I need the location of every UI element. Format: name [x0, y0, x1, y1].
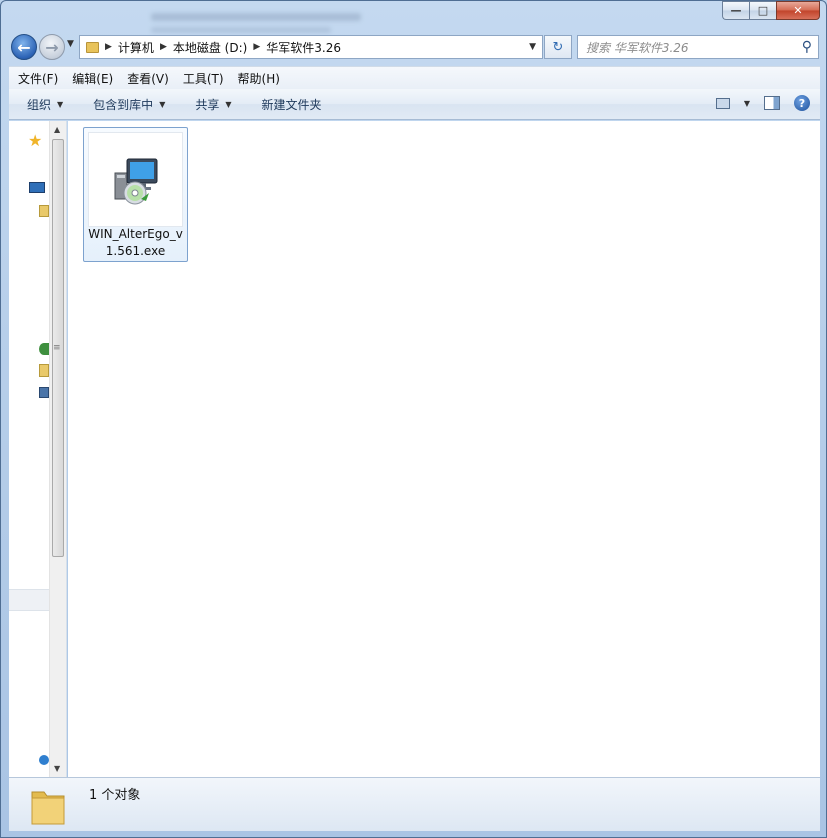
view-options-dropdown-icon[interactable]: ▼ [744, 99, 750, 108]
breadcrumb-current-folder[interactable]: 华军软件3.26 [266, 39, 341, 56]
chevron-down-icon: ▼ [57, 99, 64, 109]
navigation-pane: ★ ▲ ≡ ▼ [9, 121, 67, 777]
menu-help[interactable]: 帮助(H) [229, 70, 285, 87]
scroll-up-icon[interactable]: ▲ [54, 125, 60, 134]
file-name: WIN_AlterEgo_v1.561.exe [88, 227, 183, 258]
installer-icon [114, 158, 158, 205]
chevron-right-icon[interactable]: ▶ [253, 42, 260, 52]
organize-button[interactable]: 组织 ▼ [9, 96, 75, 113]
new-folder-label: 新建文件夹 [261, 97, 322, 112]
nav-pane-separator [9, 589, 49, 611]
breadcrumb-local-disk[interactable]: 本地磁盘 (D:) [173, 39, 247, 56]
menu-file[interactable]: 文件(F) [9, 70, 63, 87]
desktop-icon[interactable] [29, 182, 45, 193]
include-in-library-label: 包含到库中 [93, 97, 154, 112]
scroll-grip-icon: ≡ [53, 343, 61, 353]
minimize-button[interactable]: — [722, 1, 749, 20]
window-controls: — □ ✕ [722, 1, 820, 20]
menu-tools[interactable]: 工具(T) [174, 70, 229, 87]
computer-icon[interactable] [39, 387, 49, 398]
close-button[interactable]: ✕ [776, 1, 820, 20]
folder-icon[interactable] [39, 364, 49, 377]
network-icon[interactable] [39, 755, 49, 765]
file-item[interactable]: WIN_AlterEgo_v1.561.exe [83, 127, 188, 262]
chevron-down-icon: ▼ [225, 99, 232, 109]
refresh-button[interactable]: ↻ [544, 35, 572, 59]
include-in-library-button[interactable]: 包含到库中 ▼ [75, 96, 177, 113]
navigation-bar: ← → ▼ ▶ 计算机 ▶ 本地磁盘 (D:) ▶ 华军软件3.26 ▼ ↻ 搜… [1, 31, 826, 63]
share-label: 共享 [195, 97, 220, 112]
forward-button[interactable]: → [39, 34, 65, 60]
libraries-icon[interactable] [39, 205, 49, 217]
search-input[interactable]: 搜索 华军软件3.26 ⚲ [577, 35, 819, 59]
search-icon[interactable]: ⚲ [802, 39, 812, 55]
folder-icon [31, 791, 65, 825]
search-placeholder: 搜索 华军软件3.26 [586, 40, 689, 55]
details-pane: 1 个对象 [9, 777, 820, 831]
address-dropdown-icon[interactable]: ▼ [529, 42, 536, 52]
menu-edit[interactable]: 编辑(E) [63, 70, 118, 87]
address-bar[interactable]: ▶ 计算机 ▶ 本地磁盘 (D:) ▶ 华军软件3.26 ▼ [79, 35, 543, 59]
chevron-down-icon: ▼ [159, 99, 166, 109]
favorites-star-icon[interactable]: ★ [28, 131, 42, 150]
share-button[interactable]: 共享 ▼ [177, 96, 243, 113]
menu-bar: 文件(F) 编辑(E) 查看(V) 工具(T) 帮助(H) [9, 66, 820, 89]
breadcrumb-computer[interactable]: 计算机 [118, 39, 154, 56]
scroll-down-icon[interactable]: ▼ [54, 764, 60, 773]
file-list-area[interactable]: WIN_AlterEgo_v1.561.exe [68, 121, 820, 777]
preview-pane-icon[interactable] [764, 96, 780, 110]
command-bar: 组织 ▼ 包含到库中 ▼ 共享 ▼ 新建文件夹 ▼ ? [9, 89, 820, 120]
recent-pages-dropdown-icon[interactable]: ▼ [67, 39, 74, 49]
folder-icon [86, 41, 99, 53]
command-bar-right: ▼ ? [715, 95, 810, 111]
file-thumbnail [88, 132, 183, 227]
chevron-right-icon[interactable]: ▶ [160, 42, 167, 52]
change-view-icon[interactable] [715, 97, 730, 109]
window-title-blurred [151, 13, 361, 21]
item-count: 1 个对象 [89, 788, 141, 803]
refresh-icon: ↻ [552, 39, 564, 55]
nav-pane-scrollbar[interactable]: ▲ ≡ ▼ [49, 121, 66, 777]
homegroup-icon[interactable] [39, 343, 49, 355]
new-folder-button[interactable]: 新建文件夹 [244, 96, 334, 113]
back-button[interactable]: ← [11, 34, 37, 60]
help-icon[interactable]: ? [794, 95, 810, 111]
explorer-window: — □ ✕ ← → ▼ ▶ 计算机 ▶ 本地磁盘 (D:) ▶ 华军软件3.26… [0, 0, 827, 838]
title-bar[interactable]: — □ ✕ [1, 1, 826, 33]
organize-label: 组织 [27, 97, 52, 112]
menu-view[interactable]: 查看(V) [118, 70, 174, 87]
chevron-right-icon[interactable]: ▶ [105, 42, 112, 52]
maximize-button[interactable]: □ [749, 1, 776, 20]
